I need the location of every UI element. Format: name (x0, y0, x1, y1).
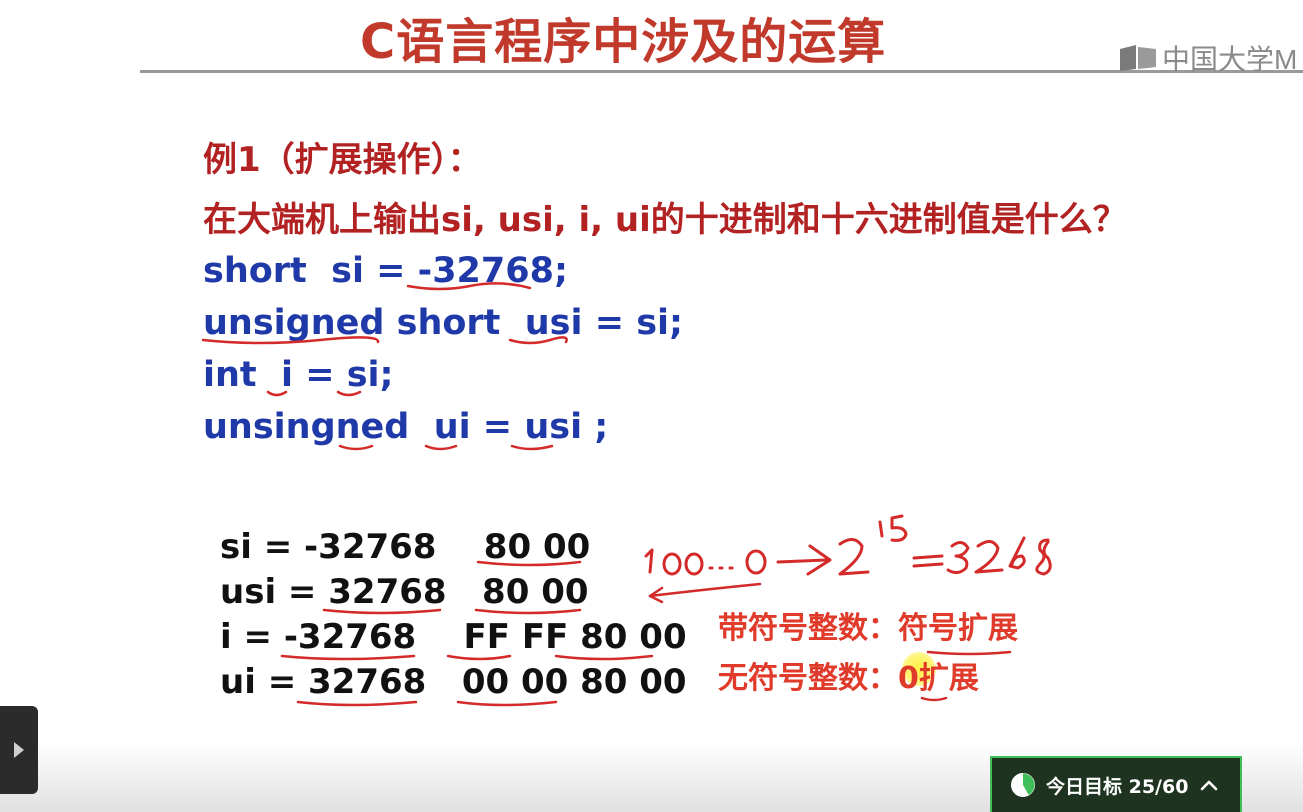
sidebar-expand-button[interactable] (0, 706, 38, 794)
progress-pie-icon (1011, 773, 1035, 797)
watermark: 中国大学M (1118, 40, 1297, 76)
mooc-logo-icon (1120, 45, 1156, 71)
question-text: 在大端机上输出si, usi, i, ui的十进制和十六进制值是什么？ (203, 200, 1127, 240)
code-line: unsigned short usi = si; (203, 303, 684, 343)
code-line: short si = -32768; (203, 251, 568, 291)
chevron-up-icon[interactable] (1200, 779, 1218, 791)
play-arrow-icon (14, 742, 24, 758)
note-unsigned: 无符号整数：0扩展 (718, 661, 979, 696)
daily-goal-label: 今日目标 25/60 (1046, 775, 1189, 798)
code-line: int i = si; (203, 355, 394, 395)
watermark-text: 中国大学M (1162, 44, 1298, 75)
result-line: si = -32768 80 00 (220, 527, 591, 567)
result-line: ui = 32768 00 00 80 00 (220, 662, 687, 702)
result-line: usi = 32768 80 00 (220, 572, 589, 612)
slide-title: C语言程序中涉及的运算 (360, 14, 887, 70)
code-line: unsingned ui = usi ; (203, 407, 609, 447)
handwritten-note (644, 514, 1052, 576)
result-line: i = -32768 FF FF 80 00 (220, 617, 687, 657)
ink-underline (926, 650, 1012, 656)
example-heading: 例1（扩展操作）： (203, 140, 482, 180)
daily-goal-widget[interactable]: 今日目标 25/60 (990, 756, 1242, 812)
note-signed: 带符号整数：符号扩展 (718, 611, 1018, 646)
